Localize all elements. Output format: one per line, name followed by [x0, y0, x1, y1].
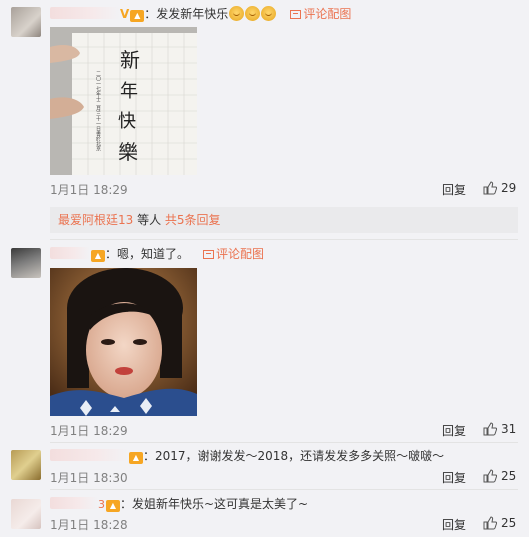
- more-replies-bar[interactable]: 最爱阿根廷13 等人 共5条回复: [50, 207, 518, 233]
- comment-image-label: 评论配图: [303, 7, 352, 21]
- more-replies-link[interactable]: 共5条回复: [165, 213, 221, 227]
- card-char: 樂: [118, 140, 138, 164]
- comment-image-link[interactable]: 评论配图: [290, 7, 351, 21]
- vip-icon: ▲: [91, 250, 105, 262]
- like-count: 29: [501, 181, 517, 195]
- card-char: 新: [120, 48, 140, 72]
- like-count: 25: [501, 469, 517, 483]
- timestamp: 1月1日 18:30: [50, 471, 128, 485]
- divider: [50, 442, 518, 443]
- image-icon: [203, 250, 215, 259]
- verified-icon: V: [120, 7, 130, 21]
- username[interactable]: [50, 247, 90, 259]
- card-side-text: 二〇一七年十二月三十一日書於北京: [95, 71, 101, 152]
- comment-photo[interactable]: 新 年 快 樂 二〇一七年十二月三十一日書於北京: [50, 27, 197, 175]
- avatar[interactable]: [11, 248, 41, 278]
- vip-icon: ▲: [129, 452, 143, 464]
- more-replies-mid: 等人: [133, 213, 165, 227]
- comment-text: ：发发新年快乐: [144, 7, 229, 21]
- like-icon[interactable]: [483, 469, 497, 483]
- image-icon: [290, 10, 302, 19]
- like-count: 25: [501, 516, 517, 530]
- comment-photo[interactable]: [50, 268, 197, 416]
- timestamp: 1月1日 18:29: [50, 424, 128, 438]
- timestamp: 1月1日 18:29: [50, 183, 128, 197]
- username[interactable]: [50, 497, 98, 509]
- vip-icon: ▲: [130, 10, 145, 22]
- avatar[interactable]: [11, 450, 41, 480]
- like-icon[interactable]: [483, 422, 497, 436]
- reply-button[interactable]: 回复: [442, 469, 466, 486]
- grin-emoji-icon: [261, 6, 277, 21]
- reply-user-link[interactable]: 最爱阿根廷13: [58, 213, 133, 227]
- timestamp: 1月1日 18:28: [50, 518, 128, 532]
- divider: [50, 239, 518, 240]
- card-char: 快: [118, 111, 136, 132]
- username-tail[interactable]: 3: [98, 498, 105, 511]
- card-photo: 新 年 快 樂 二〇一七年十二月三十一日書於北京: [50, 27, 197, 175]
- card-char: 年: [120, 81, 138, 102]
- comment-text: ：嗯，知道了。: [105, 247, 190, 261]
- portrait-photo: [50, 268, 197, 416]
- comment-text: ：2017，谢谢发发～2018，还请发发多多关照～啵啵～: [143, 449, 445, 463]
- username[interactable]: [50, 449, 128, 461]
- reply-button[interactable]: 回复: [442, 516, 466, 533]
- reply-button[interactable]: 回复: [442, 181, 466, 198]
- comment-image-link[interactable]: 评论配图: [203, 247, 264, 261]
- vip-icon: ▲: [106, 500, 120, 512]
- username[interactable]: [50, 7, 120, 19]
- divider: [50, 489, 518, 490]
- comment-text: ：发姐新年快乐~这可真是太美了~: [120, 497, 309, 511]
- like-icon[interactable]: [483, 516, 497, 530]
- comment-image-label: 评论配图: [216, 247, 265, 261]
- grin-emoji-icon: [229, 6, 245, 21]
- avatar[interactable]: [11, 7, 41, 37]
- like-icon[interactable]: [483, 181, 497, 195]
- grin-emoji-icon: [245, 6, 261, 21]
- reply-button[interactable]: 回复: [442, 422, 466, 439]
- like-count: 31: [501, 422, 517, 436]
- avatar[interactable]: [11, 499, 41, 529]
